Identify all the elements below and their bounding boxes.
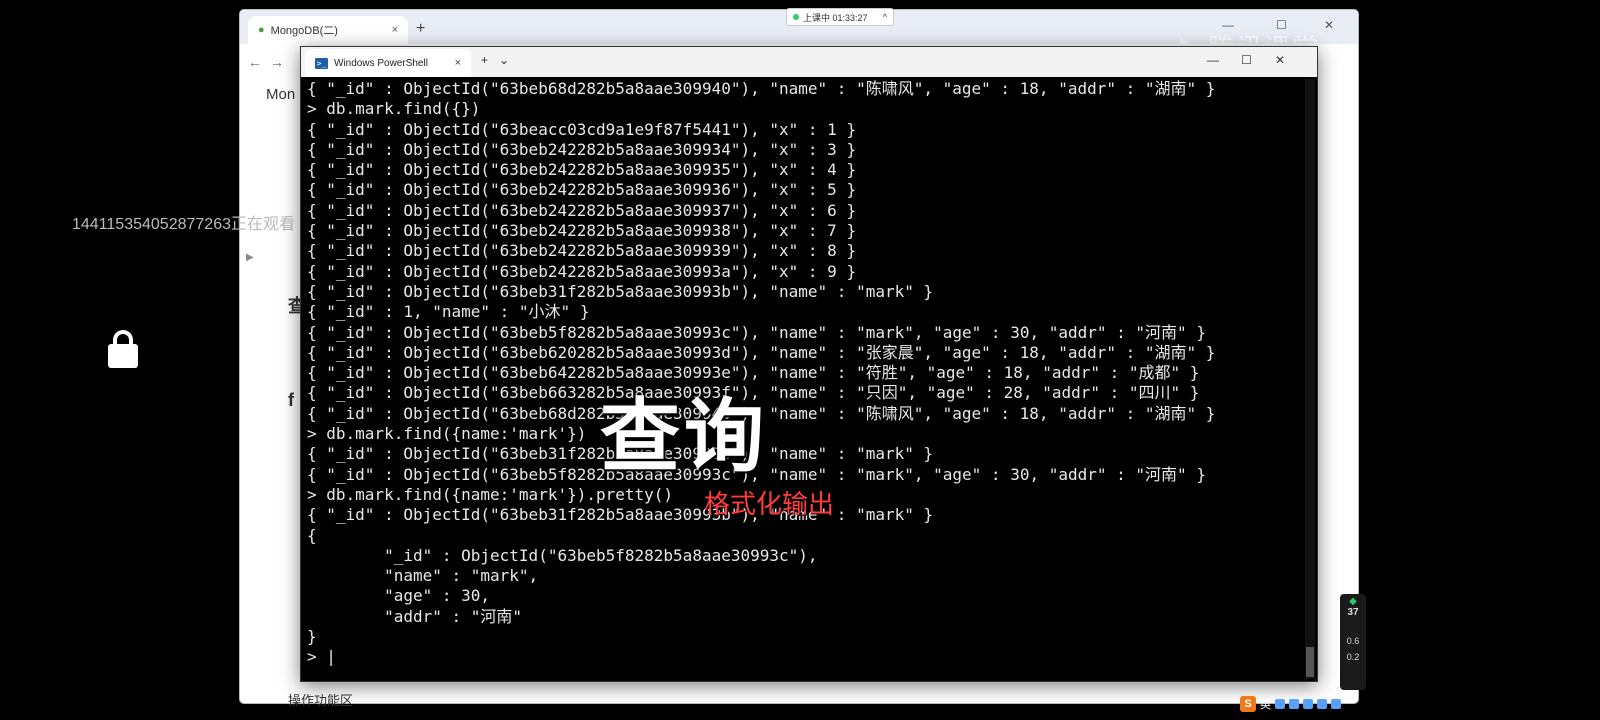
close-window-icon[interactable]: ✕ [1275, 53, 1285, 67]
console-line: { "_id" : ObjectId("63beb642282b5a8aae30… [307, 363, 1200, 383]
browser-tab[interactable]: ● MongoDB(二) × [248, 16, 408, 44]
page-side-text-1: Mon [266, 86, 296, 103]
class-status-label: 上课中 01:33:27 [803, 12, 868, 23]
console-line: "name" : "mark", [307, 566, 539, 586]
monitor-stat-1: 0.6 [1346, 636, 1360, 646]
console-line: { "_id" : ObjectId("63beb663282b5a8aae30… [307, 383, 1200, 403]
mongodb-leaf-icon: ● [258, 24, 265, 36]
forward-icon[interactable]: → [270, 54, 284, 70]
console-line: { "_id" : 1, "name" : "小沐" } [307, 302, 590, 322]
system-monitor-widget[interactable]: ◆ 37 0.6 0.2 [1340, 594, 1366, 690]
browser-tab-title: MongoDB(二) [270, 25, 338, 37]
caret-up-icon[interactable]: ^ [883, 12, 887, 22]
caption-query: 查询 [600, 390, 768, 483]
console-line: { "_id" : ObjectId("63beacc03cd9a1e9f87f… [307, 119, 857, 139]
console-line: { "_id" : ObjectId("63beb242282b5a8aae30… [307, 200, 857, 220]
new-tab-button[interactable]: + [481, 53, 488, 67]
console-line: } [307, 627, 317, 647]
console-line: { [307, 525, 317, 545]
console-line: { "_id" : ObjectId("63beb5f8282b5a8aae30… [307, 322, 1206, 342]
keyboard-icon[interactable] [1303, 699, 1313, 709]
monitor-stat-2: 0.2 [1346, 652, 1360, 662]
console-line: > db.mark.find({name:'mark'}) [307, 424, 587, 444]
powershell-tab-title: Windows PowerShell [334, 57, 428, 69]
console-line: { "_id" : ObjectId("63beb31f282b5a8aae30… [307, 281, 934, 301]
powershell-window: >_ Windows PowerShell × + ⌄ — ☐ ✕ { "_id… [300, 46, 1318, 682]
console-scrollbar[interactable] [1305, 79, 1315, 679]
console-line: { "_id" : ObjectId("63beb242282b5a8aae30… [307, 139, 857, 159]
monitor-percent: 37 [1347, 607, 1359, 618]
lock-icon[interactable] [108, 344, 138, 368]
console-scrollbar-thumb[interactable] [1306, 647, 1314, 677]
console-line: { "_id" : ObjectId("63beb31f282b5a8aae30… [307, 444, 934, 464]
class-status-pill[interactable]: 上课中 01:33:27 ^ [786, 8, 894, 26]
console-line: > db.mark.find({}) [307, 99, 481, 119]
console-line: { "_id" : ObjectId("63beb242282b5a8aae30… [307, 160, 857, 180]
powershell-titlebar: >_ Windows PowerShell × + ⌄ — ☐ ✕ [301, 47, 1317, 77]
minimize-icon[interactable]: — [1207, 53, 1219, 67]
console-line: { "_id" : ObjectId("63beb242282b5a8aae30… [307, 221, 857, 241]
console-output[interactable]: { "_id" : ObjectId("63beb68d282b5a8aae30… [307, 79, 1292, 679]
new-tab-button[interactable]: + [416, 20, 425, 38]
sogou-ime-icon[interactable]: S [1240, 696, 1256, 712]
console-line: { "_id" : ObjectId("63beb68d282b5a8aae30… [307, 403, 1216, 423]
console-line: { "_id" : ObjectId("63beb242282b5a8aae30… [307, 241, 857, 261]
console-line: { "_id" : ObjectId("63beb242282b5a8aae30… [307, 261, 857, 281]
close-tab-icon[interactable]: × [392, 24, 398, 36]
ime-toolbar: S 英 [1240, 694, 1350, 714]
ime-language-label[interactable]: 英 [1260, 696, 1271, 712]
console-line: { "_id" : ObjectId("63beb5f8282b5a8aae30… [307, 464, 1206, 484]
console-line: { "_id" : ObjectId("63beb68d282b5a8aae30… [307, 79, 1216, 98]
back-icon[interactable]: ← [248, 54, 262, 70]
caption-format-output: 格式化输出 [704, 490, 835, 520]
maximize-icon[interactable]: ☐ [1241, 53, 1252, 67]
shield-icon: ◆ [1349, 596, 1357, 607]
punctuation-icon[interactable] [1275, 699, 1285, 709]
console-line: { "_id" : ObjectId("63beb620282b5a8aae30… [307, 342, 1216, 362]
expand-arrow-icon[interactable]: ▶ [246, 252, 254, 263]
close-tab-icon[interactable]: × [455, 57, 461, 69]
close-window-icon[interactable]: ✕ [1324, 18, 1334, 32]
powershell-icon: >_ [315, 57, 328, 69]
toolbox-icon[interactable] [1331, 699, 1341, 709]
viewer-notice: 144115354052877263正在观看 [72, 216, 295, 233]
console-line: > | [307, 647, 336, 667]
microphone-icon[interactable] [1289, 699, 1299, 709]
console-line: "age" : 30, [307, 586, 491, 606]
powershell-tab[interactable]: >_ Windows PowerShell × [305, 49, 471, 77]
live-dot-icon [793, 14, 799, 20]
page-bottom-text: 操作功能区 [288, 693, 354, 708]
skin-icon[interactable] [1317, 699, 1327, 709]
page-side-text-3: f [288, 390, 294, 410]
console-line: "_id" : ObjectId("63beb5f8282b5a8aae3099… [307, 545, 818, 565]
console-line: "addr" : "河南" [307, 606, 523, 626]
console-line: { "_id" : ObjectId("63beb242282b5a8aae30… [307, 180, 857, 200]
dropdown-icon[interactable]: ⌄ [499, 53, 509, 67]
